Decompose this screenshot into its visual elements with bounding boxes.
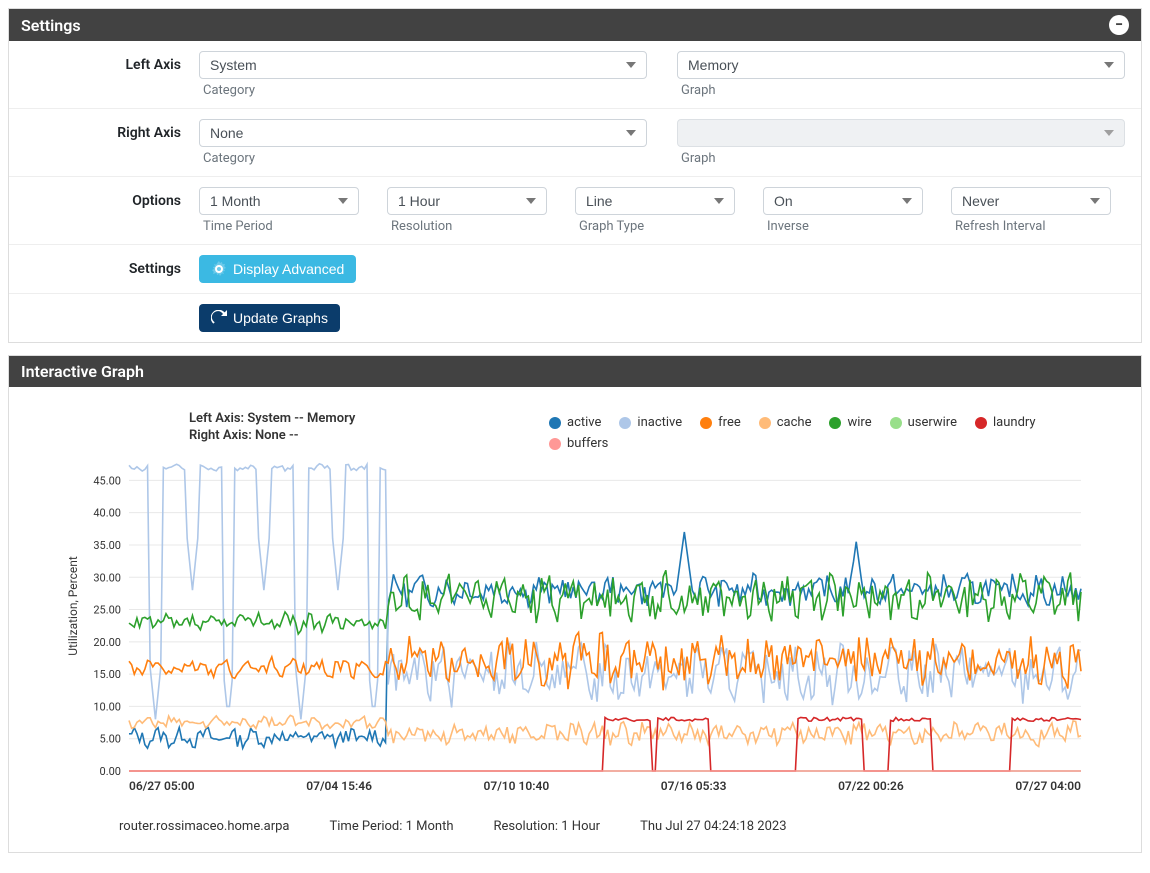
series-wire[interactable]: [129, 570, 1081, 634]
y-axis-label: Utilization, Percent: [66, 556, 80, 656]
left-axis-category-select[interactable]: System: [199, 51, 647, 79]
svg-text:35.00: 35.00: [93, 539, 121, 552]
svg-text:10.00: 10.00: [93, 700, 121, 713]
legend-item-cache[interactable]: cache: [759, 415, 812, 430]
legend-item-free[interactable]: free: [700, 415, 741, 430]
svg-text:25.00: 25.00: [93, 604, 121, 617]
legend-item-buffers[interactable]: buffers: [549, 436, 608, 451]
row-left-axis: Left Axis System Category Memory Graph: [9, 41, 1141, 109]
x-ticks: 06/27 05:00 07/04 15:46 07/10 10:40 07/16 0…: [129, 779, 1081, 793]
chart-area[interactable]: Left Axis: System -- Memory Right Axis: …: [29, 401, 1121, 811]
legend-item-active[interactable]: active: [549, 415, 601, 430]
legend-swatch-icon: [975, 417, 987, 429]
settings-title: Settings: [21, 16, 81, 35]
svg-text:15.00: 15.00: [93, 668, 121, 681]
update-graphs-label: Update Graphs: [233, 310, 328, 326]
row-options: Options 1 Month Time Period 1 Hour Resol…: [9, 177, 1141, 245]
right-axis-category-select[interactable]: None: [199, 119, 647, 147]
plot-area[interactable]: 0.005.0010.0015.0020.0025.0030.0035.0040…: [129, 461, 1081, 771]
legend-swatch-icon: [619, 417, 631, 429]
update-graphs-button[interactable]: Update Graphs: [199, 304, 340, 332]
legend-swatch-icon: [890, 417, 902, 429]
refresh-select[interactable]: Never: [951, 187, 1111, 215]
footer-resolution: Resolution: 1 Hour: [494, 819, 601, 834]
svg-text:30.00: 30.00: [93, 571, 121, 584]
inverse-help: Inverse: [767, 219, 923, 234]
footer-time-period: Time Period: 1 Month: [330, 819, 454, 834]
legend-item-wire[interactable]: wire: [829, 415, 871, 430]
options-label: Options: [9, 187, 199, 209]
legend-item-inactive[interactable]: inactive: [619, 415, 682, 430]
graph-body: Left Axis: System -- Memory Right Axis: …: [9, 387, 1141, 852]
x-tick-label: 07/04 15:46: [306, 779, 372, 793]
series-active[interactable]: [129, 532, 1081, 748]
settings-row-label: Settings: [9, 255, 199, 277]
left-axis-graph-help: Graph: [681, 83, 1125, 98]
settings-panel: Settings − Left Axis System Category Mem…: [8, 8, 1142, 343]
resolution-select[interactable]: 1 Hour: [387, 187, 547, 215]
legend-swatch-icon: [829, 417, 841, 429]
inverse-select[interactable]: On: [763, 187, 923, 215]
display-advanced-label: Display Advanced: [233, 261, 344, 277]
legend-swatch-icon: [700, 417, 712, 429]
left-axis-category-help: Category: [203, 83, 647, 98]
chart-left-title: Left Axis: System -- Memory: [189, 411, 355, 428]
x-tick-label: 07/10 10:40: [484, 779, 550, 793]
svg-text:45.00: 45.00: [93, 474, 121, 487]
left-axis-graph-select[interactable]: Memory: [677, 51, 1125, 79]
chart-axis-titles: Left Axis: System -- Memory Right Axis: …: [189, 411, 355, 445]
graph-type-select[interactable]: Line: [575, 187, 735, 215]
legend-swatch-icon: [549, 438, 561, 450]
settings-header: Settings −: [9, 9, 1141, 41]
footer-timestamp: Thu Jul 27 04:24:18 2023: [640, 819, 786, 834]
x-tick-label: 07/27 04:00: [1015, 779, 1081, 793]
row-update: Update Graphs: [9, 294, 1141, 342]
refresh-icon: [211, 310, 227, 326]
graph-header: Interactive Graph: [9, 356, 1141, 387]
svg-text:40.00: 40.00: [93, 507, 121, 520]
chart-footer: router.rossimaceo.home.arpa Time Period:…: [29, 811, 1121, 834]
graph-type-help: Graph Type: [579, 219, 735, 234]
gear-icon: [211, 261, 227, 277]
svg-text:20.00: 20.00: [93, 636, 121, 649]
svg-text:0.00: 0.00: [100, 765, 121, 778]
resolution-help: Resolution: [391, 219, 547, 234]
legend-swatch-icon: [549, 417, 561, 429]
x-tick-label: 07/22 00:26: [838, 779, 904, 793]
left-axis-label: Left Axis: [9, 51, 199, 73]
refresh-help: Refresh Interval: [955, 219, 1111, 234]
chart-right-title: Right Axis: None --: [189, 428, 355, 445]
row-right-axis: Right Axis None Category Graph: [9, 109, 1141, 177]
graph-panel: Interactive Graph Left Axis: System -- M…: [8, 355, 1142, 853]
footer-host: router.rossimaceo.home.arpa: [119, 819, 290, 834]
x-tick-label: 06/27 05:00: [129, 779, 195, 793]
row-settings-buttons: Settings Display Advanced: [9, 245, 1141, 294]
time-period-select[interactable]: 1 Month: [199, 187, 359, 215]
settings-body: Left Axis System Category Memory Graph R: [9, 41, 1141, 342]
display-advanced-button[interactable]: Display Advanced: [199, 255, 356, 283]
right-axis-label: Right Axis: [9, 119, 199, 141]
legend-item-userwire[interactable]: userwire: [890, 415, 957, 430]
right-axis-category-help: Category: [203, 151, 647, 166]
svg-text:5.00: 5.00: [100, 733, 121, 746]
graph-title: Interactive Graph: [21, 362, 144, 381]
right-axis-graph-help: Graph: [681, 151, 1125, 166]
legend-swatch-icon: [759, 417, 771, 429]
right-axis-graph-select[interactable]: [677, 119, 1125, 147]
x-tick-label: 07/16 05:33: [661, 779, 727, 793]
time-period-help: Time Period: [203, 219, 359, 234]
legend-item-laundry[interactable]: laundry: [975, 415, 1036, 430]
chart-legend: active inactive free cache wire userwire laund…: [549, 415, 1041, 451]
collapse-icon[interactable]: −: [1109, 15, 1129, 35]
